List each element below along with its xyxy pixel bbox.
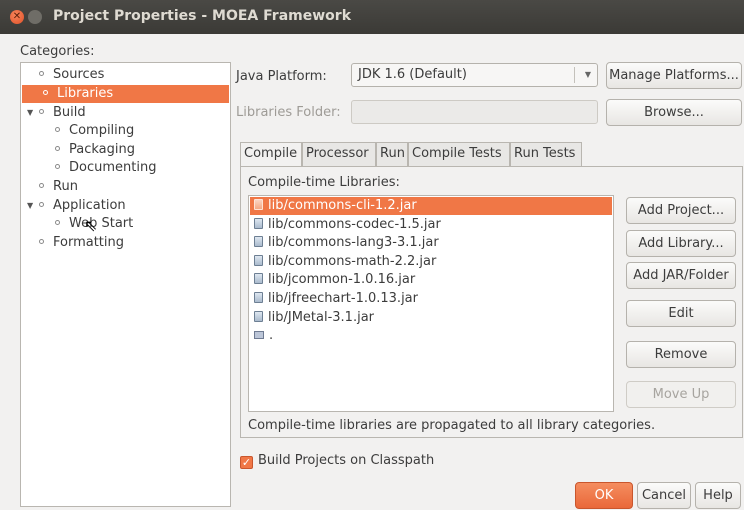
chevron-down-icon: ▼ bbox=[584, 70, 591, 79]
jar-file-icon bbox=[254, 311, 263, 322]
list-item[interactable]: lib/jcommon-1.0.16.jar bbox=[250, 271, 415, 289]
bullet-icon bbox=[39, 71, 44, 76]
libraries-folder-label: Libraries Folder: bbox=[236, 105, 341, 120]
folder-icon bbox=[254, 331, 264, 339]
close-icon[interactable]: ✕ bbox=[10, 10, 24, 24]
tree-item-packaging[interactable]: Packaging bbox=[55, 141, 135, 159]
list-item[interactable]: lib/commons-cli-1.2.jar bbox=[250, 197, 612, 215]
tab-compile[interactable]: Compile bbox=[240, 142, 302, 167]
bullet-icon bbox=[39, 183, 44, 188]
manage-platforms-button[interactable]: Manage Platforms... bbox=[606, 62, 742, 89]
tree-item-application[interactable]: Application bbox=[39, 197, 126, 215]
add-library-button[interactable]: Add Library... bbox=[626, 230, 736, 257]
help-button[interactable]: Help bbox=[695, 482, 741, 509]
jar-file-icon bbox=[254, 218, 263, 229]
add-project-button[interactable]: Add Project... bbox=[626, 197, 736, 224]
tree-item-libraries[interactable]: Libraries bbox=[22, 85, 229, 103]
cancel-button[interactable]: Cancel bbox=[637, 482, 691, 509]
categories-tree[interactable]: Sources Libraries ▼ Build Compiling Pack… bbox=[20, 62, 231, 507]
bullet-icon bbox=[39, 239, 44, 244]
bullet-icon bbox=[43, 90, 48, 95]
checkbox-checked-icon[interactable]: ✓ bbox=[240, 456, 253, 469]
tree-item-run[interactable]: Run bbox=[39, 178, 78, 196]
expand-down-icon[interactable]: ▼ bbox=[27, 201, 33, 210]
jar-file-icon bbox=[254, 199, 263, 210]
mouse-pointer-icon: ⇖ bbox=[84, 216, 98, 235]
edit-button[interactable]: Edit bbox=[626, 300, 736, 327]
tab-processor[interactable]: Processor bbox=[302, 142, 376, 166]
bullet-icon bbox=[55, 146, 60, 151]
java-platform-label: Java Platform: bbox=[236, 69, 327, 84]
tree-item-formatting[interactable]: Formatting bbox=[39, 234, 124, 252]
java-platform-value: JDK 1.6 (Default) bbox=[358, 67, 467, 82]
tree-item-compiling[interactable]: Compiling bbox=[55, 122, 134, 140]
jar-file-icon bbox=[254, 273, 263, 284]
bullet-icon bbox=[55, 220, 60, 225]
list-item[interactable]: lib/jfreechart-1.0.13.jar bbox=[250, 290, 418, 308]
ok-button[interactable]: OK bbox=[575, 482, 633, 509]
list-item[interactable]: lib/JMetal-3.1.jar bbox=[250, 309, 374, 327]
bullet-icon bbox=[39, 202, 44, 207]
combo-separator bbox=[574, 67, 575, 83]
tab-compile-tests[interactable]: Compile Tests bbox=[408, 142, 510, 166]
jar-file-icon bbox=[254, 292, 263, 303]
jar-file-icon bbox=[254, 236, 263, 247]
browse-button[interactable]: Browse... bbox=[606, 99, 742, 126]
tab-run[interactable]: Run bbox=[376, 142, 408, 166]
list-item[interactable]: . bbox=[250, 327, 273, 345]
tree-item-sources[interactable]: Sources bbox=[39, 66, 104, 84]
bullet-icon bbox=[39, 109, 44, 114]
compile-time-libraries-label: Compile-time Libraries: bbox=[248, 175, 400, 190]
tab-run-tests[interactable]: Run Tests bbox=[510, 142, 582, 166]
categories-label: Categories: bbox=[20, 44, 95, 59]
java-platform-select[interactable]: JDK 1.6 (Default) ▼ bbox=[351, 63, 598, 87]
build-projects-checkbox-row[interactable]: ✓ Build Projects on Classpath bbox=[240, 452, 434, 470]
libraries-folder-field bbox=[351, 100, 598, 124]
expand-down-icon[interactable]: ▼ bbox=[27, 108, 33, 117]
jar-file-icon bbox=[254, 255, 263, 266]
minimize-icon[interactable] bbox=[28, 10, 42, 24]
bullet-icon bbox=[55, 127, 60, 132]
remove-button[interactable]: Remove bbox=[626, 341, 736, 368]
build-projects-label: Build Projects on Classpath bbox=[258, 453, 435, 468]
list-item[interactable]: lib/commons-codec-1.5.jar bbox=[250, 216, 441, 234]
add-jar-folder-button[interactable]: Add JAR/Folder bbox=[626, 262, 736, 289]
window-title: Project Properties - MOEA Framework bbox=[53, 8, 351, 24]
tree-item-build[interactable]: Build bbox=[39, 104, 86, 122]
tree-item-documenting[interactable]: Documenting bbox=[55, 159, 156, 177]
list-item[interactable]: lib/commons-lang3-3.1.jar bbox=[250, 234, 439, 252]
move-up-button[interactable]: Move Up bbox=[626, 381, 736, 408]
bullet-icon bbox=[55, 164, 60, 169]
compile-libraries-list[interactable]: lib/commons-cli-1.2.jar lib/commons-code… bbox=[248, 195, 614, 412]
propagation-note: Compile-time libraries are propagated to… bbox=[248, 418, 656, 433]
title-bar: ✕ Project Properties - MOEA Framework bbox=[0, 0, 744, 34]
list-item[interactable]: lib/commons-math-2.2.jar bbox=[250, 253, 436, 271]
